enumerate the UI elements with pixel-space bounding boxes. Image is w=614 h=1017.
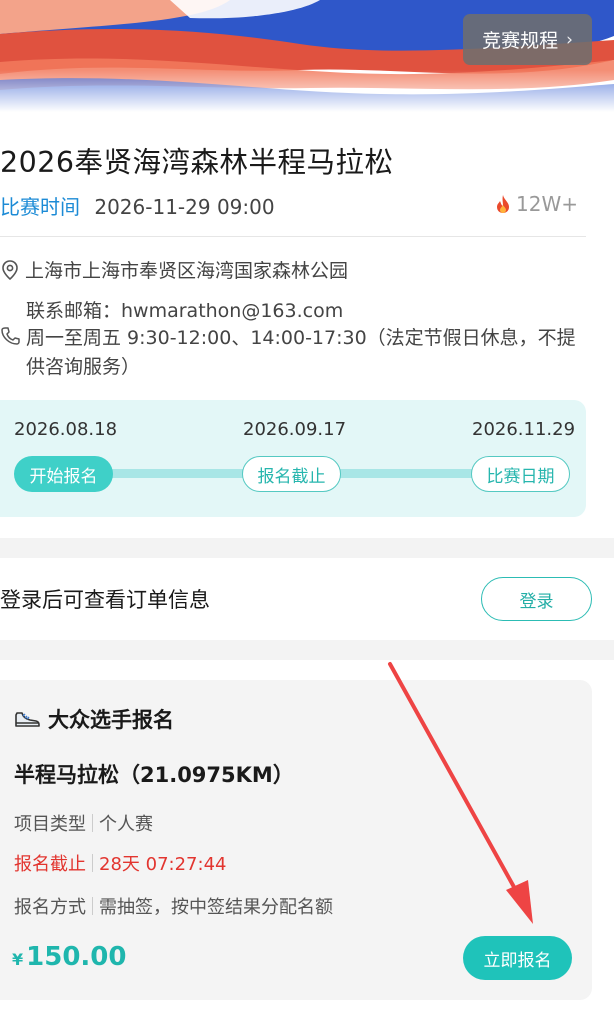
race-entry-card[interactable]: 大众选手报名 半程马拉松（21.0975KM） 项目类型 个人赛 报名截止 28… xyxy=(0,680,592,1000)
contact-hours: 周一至周五 9:30-12:00、14:00-17:30（法定节假日休息，不提供… xyxy=(0,324,590,382)
contact-email: 联系邮箱：hwmarathon@163.com xyxy=(26,300,344,322)
race-type-row: 项目类型 个人赛 xyxy=(14,810,153,836)
event-info-card: 2026奉贤海湾森林半程马拉松 比赛时间 2026-11-29 09:00 12… xyxy=(0,112,614,538)
registration-timeline: 2026.08.18 2026.09.17 2026.11.29 开始报名 报名… xyxy=(0,400,586,517)
price-value: 150.00 xyxy=(26,942,127,972)
rules-button[interactable]: 竞赛规程 › xyxy=(463,14,592,65)
login-prompt-card: 登录后可查看订单信息 登录 xyxy=(0,558,614,640)
event-time-label: 比赛时间 xyxy=(0,195,80,219)
timeline-date-deadline: 2026.09.17 xyxy=(243,419,347,440)
event-time-value: 2026-11-29 09:00 xyxy=(94,195,275,219)
login-prompt-text: 登录后可查看订单信息 xyxy=(0,588,210,612)
signup-now-button[interactable]: 立即报名 xyxy=(463,936,572,980)
deadline-countdown: 28天 07:27:44 xyxy=(99,854,227,875)
deadline-countdown-row: 报名截止 28天 07:27:44 xyxy=(14,850,226,876)
separator xyxy=(92,854,93,872)
contact-hours-text: 周一至周五 9:30-12:00、14:00-17:30（法定节假日休息，不提供… xyxy=(26,327,576,378)
signup-method-label: 报名方式 xyxy=(14,897,86,918)
signup-method-value: 需抽签，按中签结果分配名额 xyxy=(99,897,333,918)
race-type-value: 个人赛 xyxy=(99,814,153,835)
timeline-step-race: 比赛日期 xyxy=(471,456,570,492)
popularity-count: 12W+ xyxy=(516,192,578,216)
chevron-right-icon: › xyxy=(566,29,573,50)
entry-category: 大众选手报名 xyxy=(14,704,174,734)
deadline-label: 报名截止 xyxy=(14,854,86,875)
divider xyxy=(0,236,586,237)
event-title: 2026奉贤海湾森林半程马拉松 xyxy=(0,146,394,179)
login-button[interactable]: 登录 xyxy=(481,577,592,621)
popularity-badge: 12W+ xyxy=(494,192,578,216)
currency-symbol: ¥ xyxy=(12,950,24,969)
separator xyxy=(92,897,93,915)
entry-category-label: 大众选手报名 xyxy=(48,708,174,732)
registration-section: 大众选手报名 半程马拉松（21.0975KM） 项目类型 个人赛 报名截止 28… xyxy=(0,660,614,1017)
event-address-text: 上海市上海市奉贤区海湾国家森林公园 xyxy=(25,260,349,282)
phone-icon xyxy=(1,327,20,345)
timeline-step-deadline: 报名截止 xyxy=(242,456,341,492)
rules-button-label: 竞赛规程 xyxy=(482,30,559,52)
event-time-row: 比赛时间 2026-11-29 09:00 xyxy=(0,191,275,220)
sneaker-icon xyxy=(15,712,40,727)
fire-icon xyxy=(497,195,510,213)
timeline-date-race: 2026.11.29 xyxy=(472,419,576,440)
timeline-date-start: 2026.08.18 xyxy=(14,419,118,440)
entry-price: ¥ 150.00 xyxy=(12,942,126,972)
event-banner: 竞赛规程 › xyxy=(0,0,614,112)
race-type-label: 项目类型 xyxy=(14,814,86,835)
location-pin-icon xyxy=(2,259,18,280)
race-name: 半程马拉松（21.0975KM） xyxy=(14,763,294,787)
timeline-step-start: 开始报名 xyxy=(14,456,113,492)
separator xyxy=(92,814,93,832)
signup-method-row: 报名方式 需抽签，按中签结果分配名额 xyxy=(14,893,333,919)
event-address[interactable]: 上海市上海市奉贤区海湾国家森林公园 xyxy=(0,256,348,283)
